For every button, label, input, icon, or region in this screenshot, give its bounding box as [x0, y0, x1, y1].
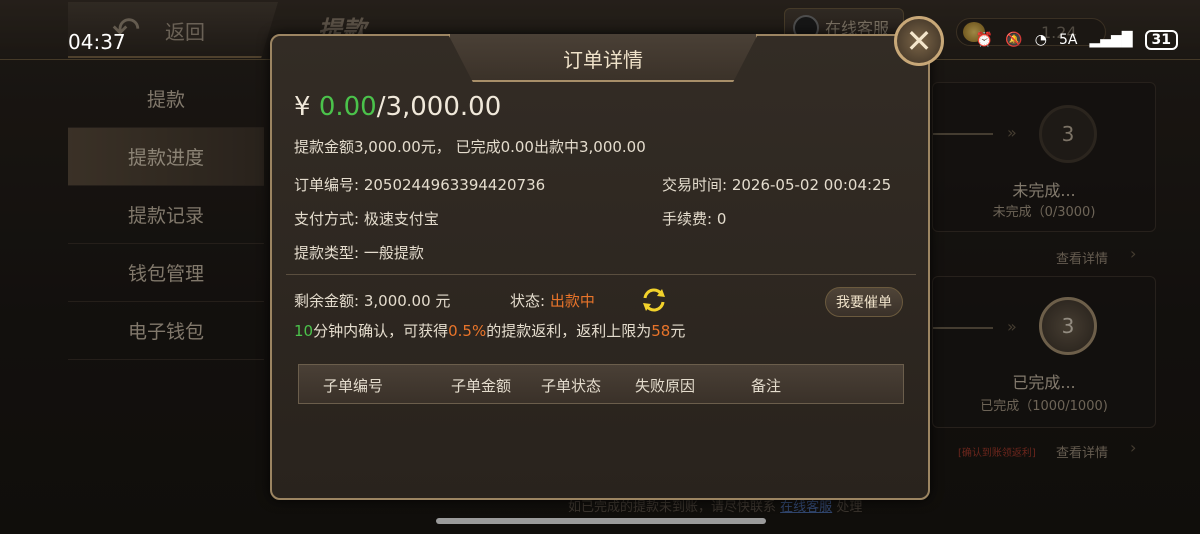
tip-minutes: 10 [294, 322, 314, 340]
status-row: 状态: 出款中 [510, 290, 595, 311]
order-no-row: 订单编号: 2050244963394420736 [294, 174, 545, 195]
remaining-label: 剩余金额: [294, 292, 360, 310]
status-value: 出款中 [549, 292, 595, 310]
order-no-label: 订单编号: [294, 176, 360, 194]
tip-part3: 元 [670, 322, 686, 340]
tip-part2: 的提款返利，返利上限为 [486, 322, 652, 340]
tip-part1: 分钟内确认，可获得 [313, 322, 449, 340]
alarm-icon: ⏰ [975, 32, 994, 48]
trade-time-value: 2026-05-02 00:04:25 [731, 176, 892, 194]
withdraw-summary: 提款金额3,000.00元， 已完成0.00出款中3,000.00 [294, 138, 646, 156]
refresh-icon[interactable] [640, 286, 668, 314]
th-sub-order-status: 子单状态 [541, 377, 602, 395]
sub-order-table-header: 子单编号 子单金额 子单状态 失败原因 备注 [298, 364, 904, 404]
status-time: 04:37 [68, 30, 126, 54]
wifi-icon: ◔ [1034, 32, 1047, 48]
th-sub-order-amount: 子单金额 [451, 377, 512, 395]
close-icon: ✕ [905, 22, 933, 60]
urge-order-button[interactable]: 我要催单 [825, 287, 903, 317]
total-amount: /3,000.00 [376, 92, 502, 122]
divider [286, 274, 916, 275]
tip-rate: 0.5% [448, 322, 487, 340]
modal-title: 订单详情 [563, 48, 643, 72]
home-indicator[interactable] [436, 518, 766, 524]
trade-time-row: 交易时间: 2026-05-02 00:04:25 [662, 174, 891, 195]
tip-cap: 58 [651, 322, 671, 340]
pay-method-value: 极速支付宝 [363, 210, 439, 228]
th-failure-reason: 失败原因 [635, 377, 696, 395]
trade-time-label: 交易时间: [662, 176, 728, 194]
currency-symbol: ¥ [294, 92, 311, 122]
status-label: 状态: [510, 292, 546, 310]
order-details-modal: 订单详情 ¥ 0.00/3,000.00 提款金额3,000.00元， 已完成0… [270, 34, 930, 500]
signal-icon: ▂▄▆█ [1089, 32, 1133, 48]
withdraw-type-label: 提款类型: [294, 244, 360, 262]
th-remark: 备注 [751, 377, 782, 395]
fee-value: 0 [716, 210, 727, 228]
status-icons: ⏰ 🔕 ◔ 5A ▂▄▆█ 31 [976, 30, 1178, 50]
remaining-value: 3,000.00 元 [363, 292, 451, 310]
amount-progress: ¥ 0.00/3,000.00 [294, 92, 501, 122]
done-amount: 0.00 [318, 92, 377, 122]
screen: { "status_bar": {"time": "04:37", "netwo… [0, 0, 1200, 534]
th-sub-order-no: 子单编号 [323, 377, 384, 395]
network-label: 5A [1058, 32, 1078, 48]
mute-icon: 🔕 [1005, 32, 1023, 48]
battery-indicator: 31 [1144, 30, 1178, 50]
fee-label: 手续费: [662, 210, 713, 228]
withdraw-type-row: 提款类型: 一般提款 [294, 242, 424, 263]
pay-method-row: 支付方式: 极速支付宝 [294, 208, 439, 229]
rebate-tip: 10分钟内确认，可获得0.5%的提款返利，返利上限为58元 [294, 320, 685, 341]
order-no-value: 2050244963394420736 [363, 176, 546, 194]
close-button[interactable]: ✕ [894, 16, 944, 66]
withdraw-type-value: 一般提款 [363, 244, 424, 262]
remaining-row: 剩余金额: 3,000.00 元 [294, 290, 450, 311]
fee-row: 手续费: 0 [662, 208, 726, 229]
pay-method-label: 支付方式: [294, 210, 360, 228]
